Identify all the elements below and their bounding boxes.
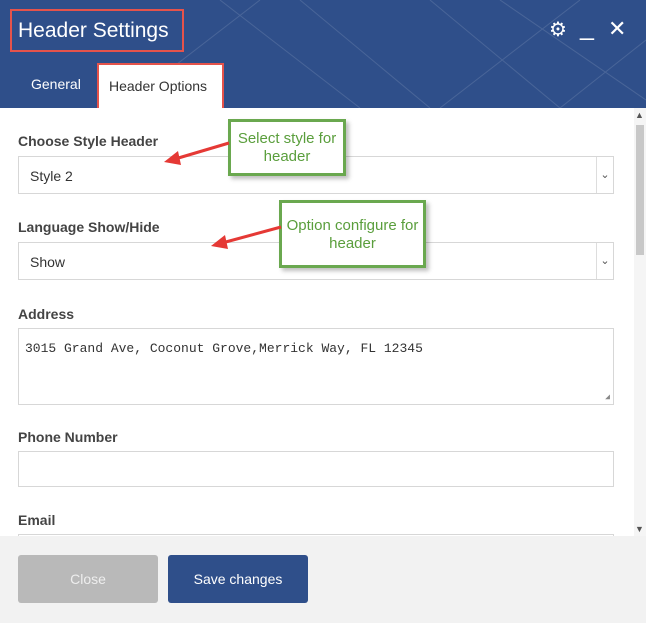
tab-general[interactable]: General [18,63,96,108]
phone-label: Phone Number [18,429,118,445]
chevron-down-icon[interactable]: ⌄ [596,243,613,279]
style-header-label: Choose Style Header [18,133,159,149]
header-settings-modal: Header Settings ⚙ _ ✕ General Header Opt… [0,0,646,623]
scrollbar[interactable]: ▲ ▼ [634,108,646,536]
resize-grip-icon[interactable]: ◢ [605,392,610,402]
modal-title: Header Settings [18,19,169,42]
tab-header-options[interactable]: Header Options [97,63,224,108]
address-textarea[interactable]: 3015 Grand Ave, Coconut Grove,Merrick Wa… [18,328,614,405]
tab-label: Header Options [109,78,208,94]
modal-footer: Close Save changes [0,536,646,623]
scrollbar-thumb[interactable] [636,125,644,255]
gear-icon[interactable]: ⚙ [549,20,567,40]
modal-header: Header Settings ⚙ _ ✕ General Header Opt… [0,0,646,108]
style-callout: Select style for header [228,119,346,176]
chevron-down-icon[interactable]: ⌄ [596,157,613,193]
scroll-down-icon[interactable]: ▼ [635,524,644,534]
email-label: Email [18,512,56,528]
close-icon[interactable]: ✕ [608,18,626,40]
address-label: Address [18,306,75,322]
minimize-icon[interactable]: _ [580,15,594,40]
option-callout: Option configure for header [279,200,426,268]
tab-label: General [31,76,81,92]
save-changes-button[interactable]: Save changes [168,555,308,603]
select-value: Show [30,254,66,270]
address-value: 3015 Grand Ave, Coconut Grove,Merrick Wa… [25,341,423,356]
phone-input[interactable] [18,451,614,487]
close-button[interactable]: Close [18,555,158,603]
select-value: Style 2 [30,168,73,184]
scroll-up-icon[interactable]: ▲ [635,110,644,120]
language-label: Language Show/Hide [18,219,160,235]
